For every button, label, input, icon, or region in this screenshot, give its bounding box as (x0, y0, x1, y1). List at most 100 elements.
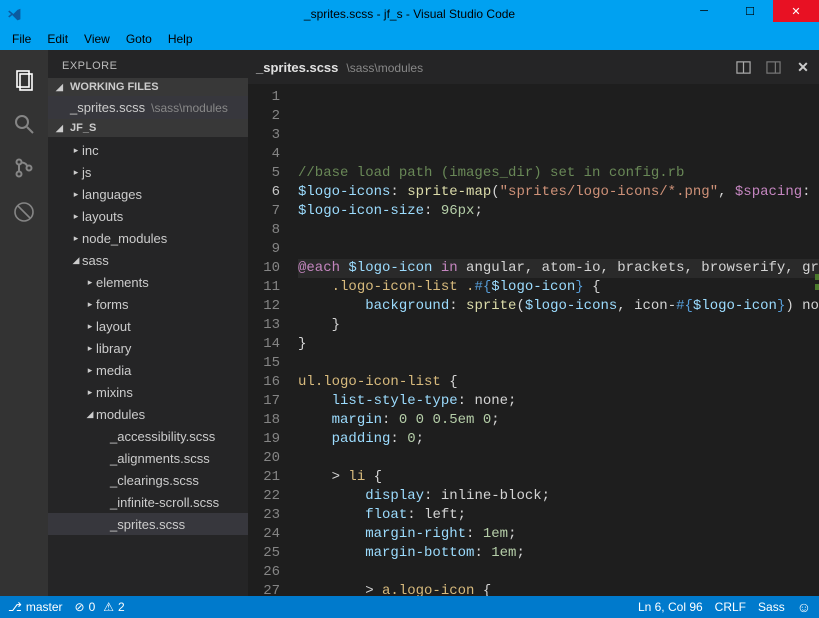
tree-folder[interactable]: ▸node_modules (48, 227, 248, 249)
line-number: 23 (248, 506, 280, 525)
tree-label: modules (96, 407, 145, 422)
feedback-icon[interactable]: ☺ (797, 599, 811, 615)
code-line[interactable] (298, 221, 819, 240)
menu-view[interactable]: View (76, 32, 118, 46)
tree-file[interactable]: _clearings.scss (48, 469, 248, 491)
tree-label: sass (82, 253, 109, 268)
project-header[interactable]: ◢ JF_S (48, 119, 248, 137)
tree-label: layouts (82, 209, 123, 224)
line-number: 19 (248, 430, 280, 449)
menu-help[interactable]: Help (160, 32, 201, 46)
line-number: 25 (248, 544, 280, 563)
language-mode-status[interactable]: Sass (758, 600, 785, 614)
tree-label: _clearings.scss (110, 473, 199, 488)
chevron-right-icon: ▸ (70, 211, 82, 222)
window-minimize-button[interactable]: ─ (681, 0, 727, 22)
search-icon[interactable] (0, 102, 48, 146)
problems-status[interactable]: ⊘ 0 ⚠ 2 (75, 600, 125, 614)
tree-folder[interactable]: ▸languages (48, 183, 248, 205)
line-number: 12 (248, 297, 280, 316)
tree-file[interactable]: _infinite-scroll.scss (48, 491, 248, 513)
line-number: 26 (248, 563, 280, 582)
code-line[interactable] (298, 354, 819, 373)
eol-status[interactable]: CRLF (715, 600, 746, 614)
code-line[interactable]: $logo-icon-size: 96px; (298, 202, 819, 221)
eol-label: CRLF (715, 600, 746, 614)
line-number: 7 (248, 202, 280, 221)
git-branch-status[interactable]: ⎇ master (8, 600, 63, 614)
code-line[interactable]: > li { (298, 468, 819, 487)
tree-folder[interactable]: ▸elements (48, 271, 248, 293)
tree-folder[interactable]: ◢sass (48, 249, 248, 271)
tree-label: languages (82, 187, 142, 202)
code-line[interactable]: background: sprite($logo-icons, icon-#{$… (298, 297, 819, 316)
tree-folder[interactable]: ▸library (48, 337, 248, 359)
working-file[interactable]: _sprites.scss\sass\modules (48, 96, 248, 119)
tree-folder[interactable]: ▸js (48, 161, 248, 183)
chevron-down-icon: ◢ (56, 123, 66, 134)
tree-label: media (96, 363, 131, 378)
window-close-button[interactable]: ✕ (773, 0, 819, 22)
code-line[interactable]: $logo-icons: sprite-map("sprites/logo-ic… (298, 183, 819, 202)
code-line[interactable]: } (298, 316, 819, 335)
code-line[interactable]: float: left; (298, 506, 819, 525)
line-number: 1 (248, 88, 280, 107)
overview-ruler-marker (815, 274, 819, 280)
code-line[interactable]: > a.logo-icon { (298, 582, 819, 596)
debug-icon[interactable] (0, 190, 48, 234)
code-line[interactable]: margin-bottom: 1em; (298, 544, 819, 563)
cursor-position-status[interactable]: Ln 6, Col 96 (638, 600, 703, 614)
activity-bar (0, 50, 48, 596)
window-maximize-button[interactable]: ☐ (727, 0, 773, 22)
code-line[interactable]: @each $logo-icon in angular, atom-io, br… (298, 259, 819, 278)
code-line[interactable]: padding: 0; (298, 430, 819, 449)
tree-file[interactable]: _sprites.scss (48, 513, 248, 535)
tree-folder[interactable]: ▸layout (48, 315, 248, 337)
tree-folder[interactable]: ▸forms (48, 293, 248, 315)
code-line[interactable]: //base load path (images_dir) set in con… (298, 164, 819, 183)
chevron-right-icon: ▸ (70, 167, 82, 178)
code-line[interactable]: .logo-icon-list .#{$logo-icon} { (298, 278, 819, 297)
close-editor-icon[interactable]: ✕ (795, 59, 811, 75)
window-title: _sprites.scss - jf_s - Visual Studio Cod… (304, 7, 515, 21)
code-line[interactable] (298, 449, 819, 468)
code-line[interactable] (298, 563, 819, 582)
code-line[interactable] (298, 240, 819, 259)
code-line[interactable]: margin: 0 0 0.5em 0; (298, 411, 819, 430)
title-bar: _sprites.scss - jf_s - Visual Studio Cod… (0, 0, 819, 28)
split-editor-icon[interactable] (735, 59, 751, 75)
tree-folder[interactable]: ▸inc (48, 139, 248, 161)
tree-label: _infinite-scroll.scss (110, 495, 219, 510)
git-icon[interactable] (0, 146, 48, 190)
code-line[interactable]: display: inline-block; (298, 487, 819, 506)
line-number: 11 (248, 278, 280, 297)
explorer-icon[interactable] (0, 58, 48, 102)
working-files-header-label: WORKING FILES (70, 81, 159, 93)
tree-folder[interactable]: ▸mixins (48, 381, 248, 403)
tree-label: elements (96, 275, 149, 290)
tree-folder[interactable]: ▸media (48, 359, 248, 381)
working-files-header[interactable]: ◢ WORKING FILES (48, 78, 248, 96)
code-line[interactable]: ul.logo-icon-list { (298, 373, 819, 392)
chevron-right-icon: ▸ (84, 321, 96, 332)
errors-icon: ⊘ (75, 600, 85, 614)
menu-file[interactable]: File (4, 32, 39, 46)
line-number: 10 (248, 259, 280, 278)
code-line[interactable]: } (298, 335, 819, 354)
tree-folder[interactable]: ◢modules (48, 403, 248, 425)
tree-folder[interactable]: ▸layouts (48, 205, 248, 227)
line-number: 21 (248, 468, 280, 487)
chevron-right-icon: ▸ (84, 365, 96, 376)
menu-edit[interactable]: Edit (39, 32, 76, 46)
code-editor[interactable]: 1234567891011121314151617181920212223242… (248, 84, 819, 596)
menu-bar: FileEditViewGotoHelp (0, 28, 819, 50)
code-content[interactable]: //base load path (images_dir) set in con… (292, 84, 819, 596)
tree-file[interactable]: _alignments.scss (48, 447, 248, 469)
code-line[interactable]: margin-right: 1em; (298, 525, 819, 544)
more-actions-icon[interactable] (765, 59, 781, 75)
menu-goto[interactable]: Goto (118, 32, 160, 46)
cursor-position-label: Ln 6, Col 96 (638, 600, 703, 614)
tree-file[interactable]: _accessibility.scss (48, 425, 248, 447)
chevron-right-icon: ▸ (84, 387, 96, 398)
code-line[interactable]: list-style-type: none; (298, 392, 819, 411)
